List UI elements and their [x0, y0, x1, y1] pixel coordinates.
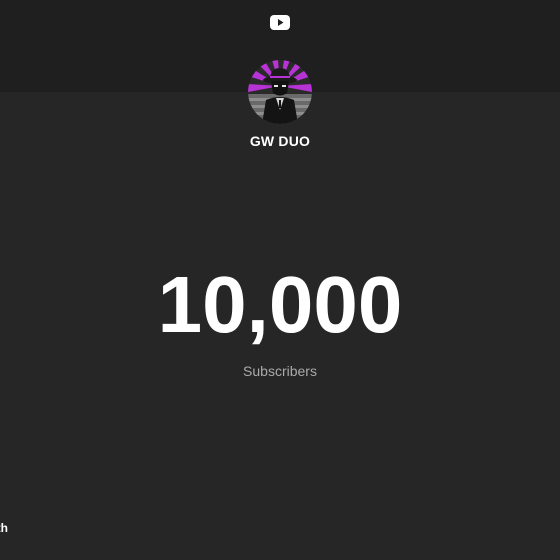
subscriber-count: 10,000 — [157, 260, 403, 349]
subscriber-label: Subscribers — [243, 363, 317, 379]
spy-silhouette-avatar — [248, 60, 312, 124]
channel-avatar[interactable] — [248, 60, 312, 124]
footer-title-fragment: vth — [0, 521, 8, 535]
channel-name[interactable]: GW DUO — [0, 133, 560, 149]
subscriber-counter-page: GW DUO 10,000 Subscribers vth 9 — [0, 0, 560, 560]
youtube-play-icon[interactable] — [270, 15, 290, 30]
